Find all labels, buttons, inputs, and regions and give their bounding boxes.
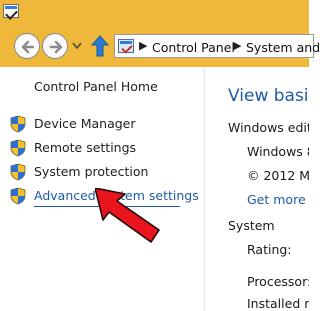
forward-button[interactable] <box>42 33 68 59</box>
edition-name: Windows 8 <box>247 144 309 159</box>
system-info-pane: View basic i Windows editio Windows 8 © … <box>206 67 309 311</box>
copyright-text: © 2012 Mic <box>247 168 309 183</box>
breadcrumb-control-panel[interactable]: Control Panel <box>152 40 235 55</box>
title-bar <box>0 0 309 24</box>
task-remote-settings[interactable]: Remote settings <box>10 139 200 157</box>
task-label[interactable]: Device Manager <box>34 116 136 131</box>
uac-shield-icon <box>10 115 26 133</box>
control-panel-home-link[interactable]: Control Panel Home <box>34 79 158 94</box>
forward-arrow-icon <box>49 40 63 54</box>
rating-label: Rating: <box>247 242 292 257</box>
page-title: View basic i <box>228 86 309 106</box>
breadcrumb-separator[interactable]: ▶ <box>233 39 241 52</box>
uac-shield-icon <box>10 187 26 205</box>
task-label[interactable]: System protection <box>34 164 148 179</box>
installed-memory-label: Installed me <box>247 296 309 311</box>
address-bar[interactable]: ▶ Control Panel ▶ System and <box>114 34 320 58</box>
task-label[interactable]: Remote settings <box>34 140 136 155</box>
uac-shield-icon <box>10 139 26 157</box>
task-device-manager[interactable]: Device Manager <box>10 115 200 133</box>
uac-shield-icon <box>10 163 26 181</box>
red-arrow-icon <box>95 188 160 243</box>
back-arrow-icon <box>21 40 35 54</box>
navigation-bar: ▶ Control Panel ▶ System and <box>0 24 320 67</box>
system-heading: System <box>228 218 275 233</box>
system-window-icon <box>3 4 19 18</box>
back-button[interactable] <box>14 33 40 59</box>
task-system-protection[interactable]: System protection <box>10 163 200 181</box>
chevron-down-icon[interactable] <box>72 42 82 50</box>
up-arrow-icon[interactable] <box>90 34 110 58</box>
control-panel-icon <box>118 39 134 53</box>
processor-label: Processor: <box>247 274 309 289</box>
breadcrumb-separator[interactable]: ▶ <box>139 39 147 52</box>
windows-edition-heading: Windows editio <box>228 120 309 135</box>
breadcrumb-system-and-security[interactable]: System and <box>246 40 320 55</box>
get-more-features-link[interactable]: Get more fe <box>247 192 309 207</box>
